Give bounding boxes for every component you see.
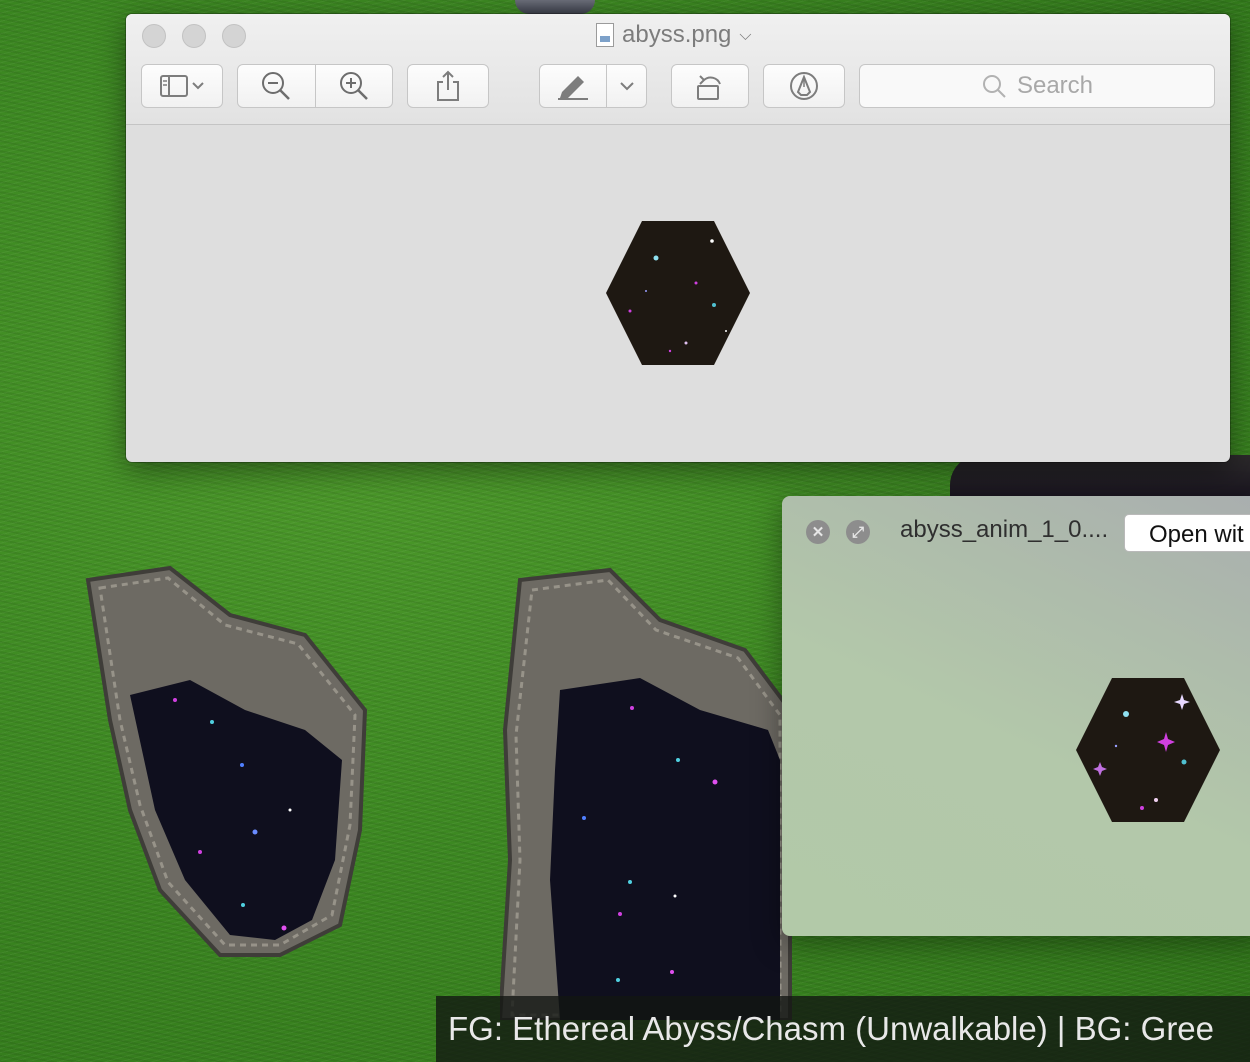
- window-title-text: abyss.png: [622, 21, 732, 48]
- window-title[interactable]: abyss.png ⌵: [596, 20, 752, 50]
- share-button[interactable]: [407, 64, 489, 108]
- markup-icon: [790, 72, 818, 100]
- abyss-chasm-left: [85, 565, 368, 957]
- png-file-icon: [596, 23, 614, 47]
- chevron-down-icon: ⌵: [739, 27, 752, 44]
- abyss-anim-frame-image: [1076, 678, 1220, 822]
- zoom-out-icon: [262, 72, 291, 100]
- highlight-control-group: [539, 64, 647, 108]
- highlight-menu-button[interactable]: [606, 65, 646, 107]
- sidebar-icon: [160, 75, 204, 97]
- zoom-button[interactable]: [222, 24, 246, 48]
- zoom-control-group: [237, 64, 393, 108]
- preview-window: abyss.png ⌵ Search: [126, 14, 1230, 462]
- search-field[interactable]: Search: [859, 64, 1215, 108]
- highlight-button[interactable]: [540, 65, 606, 107]
- highlighter-icon: [558, 76, 589, 100]
- preview-titlebar: abyss.png ⌵ Search: [126, 14, 1230, 125]
- search-placeholder: Search: [1016, 72, 1094, 99]
- search-icon: [982, 75, 1006, 98]
- terrain-caption: FG: Ethereal Abyss/Chasm (Unwalkable) | …: [436, 996, 1250, 1062]
- abyss-tile-image: [606, 221, 750, 365]
- quicklook-window: ✕ ⤢ abyss_anim_1_0.... Open wit: [782, 496, 1250, 936]
- zoom-in-icon: [339, 72, 368, 100]
- open-with-button[interactable]: Open wit: [1124, 514, 1250, 552]
- minimize-button[interactable]: [182, 24, 206, 48]
- abyss-chasm-center: [500, 567, 792, 1020]
- character-sprite: [515, 0, 595, 14]
- sidebar-toggle-button[interactable]: [141, 64, 223, 108]
- fullscreen-icon[interactable]: ⤢: [846, 520, 870, 544]
- rotate-left-icon: [697, 75, 721, 100]
- zoom-out-button[interactable]: [238, 65, 315, 107]
- share-icon: [437, 70, 459, 101]
- quicklook-title: abyss_anim_1_0....: [900, 516, 1109, 543]
- close-icon[interactable]: ✕: [806, 520, 830, 544]
- rotate-button[interactable]: [671, 64, 749, 108]
- chevron-down-icon: [619, 82, 634, 91]
- close-button[interactable]: [142, 24, 166, 48]
- zoom-in-button[interactable]: [314, 65, 393, 107]
- markup-toolbar-button[interactable]: [763, 64, 845, 108]
